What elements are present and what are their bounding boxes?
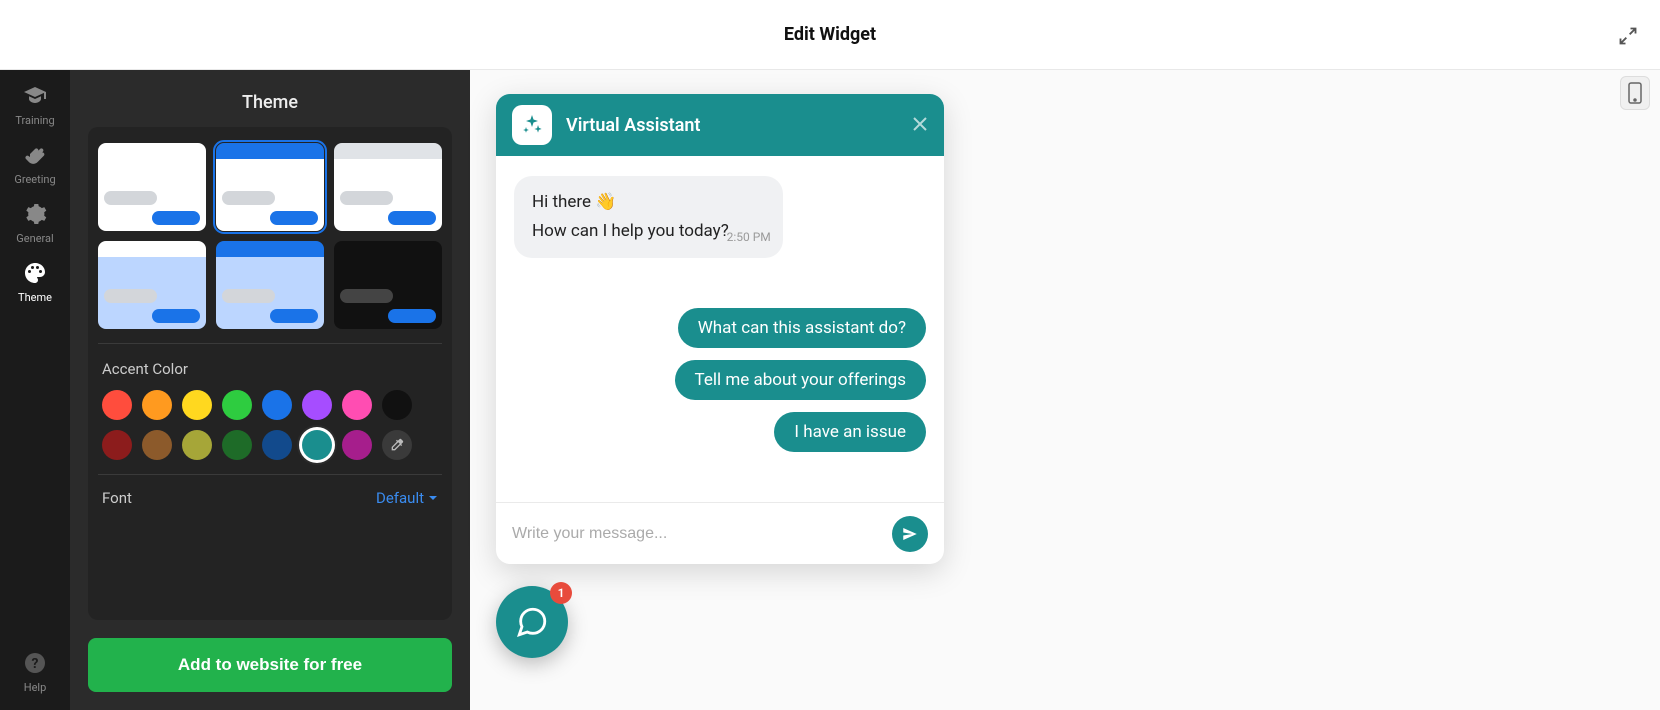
suggestion-chip[interactable]: I have an issue: [774, 412, 926, 452]
rail-item-label: Theme: [18, 291, 52, 304]
chat-launcher-button[interactable]: 1: [496, 586, 568, 658]
font-row: Font Default: [98, 475, 442, 507]
chat-badge: 1: [550, 582, 572, 604]
greeting-timestamp: 2:50 PM: [727, 227, 771, 247]
color-swatch[interactable]: [302, 390, 332, 420]
chat-header: Virtual Assistant: [496, 94, 944, 156]
chat-input[interactable]: [512, 525, 892, 543]
rail-item-training[interactable]: Training: [0, 84, 70, 127]
send-button[interactable]: [892, 516, 928, 552]
accent-color-section: Accent Color: [98, 344, 442, 475]
eyedropper-button[interactable]: [382, 430, 412, 460]
page-title: Edit Widget: [784, 24, 876, 45]
color-swatch[interactable]: [182, 430, 212, 460]
send-icon: [901, 525, 919, 543]
theme-thumbnail[interactable]: [334, 143, 442, 231]
greeting-message: Hi there 👋 How can I help you today? 2:5…: [514, 176, 783, 258]
sparkle-icon: [520, 113, 544, 137]
color-swatch[interactable]: [182, 390, 212, 420]
color-swatch[interactable]: [222, 390, 252, 420]
icon-rail: Training Greeting General Theme ? Help: [0, 70, 70, 710]
color-swatch[interactable]: [102, 390, 132, 420]
font-value-text: Default: [376, 489, 424, 507]
chat-body: Hi there 👋 How can I help you today? 2:5…: [496, 156, 944, 502]
font-label: Font: [102, 489, 132, 507]
rail-item-greeting[interactable]: Greeting: [0, 143, 70, 186]
close-icon: [912, 116, 928, 132]
mobile-preview-button[interactable]: [1620, 76, 1650, 110]
accent-color-swatches: [102, 390, 438, 460]
suggestion-chip[interactable]: Tell me about your offerings: [675, 360, 927, 400]
gear-icon: [23, 202, 47, 226]
color-swatch[interactable]: [342, 390, 372, 420]
rail-item-help[interactable]: ? Help: [0, 651, 70, 694]
theme-thumbnail[interactable]: [216, 143, 324, 231]
chat-widget: Virtual Assistant Hi there 👋 How can I h…: [496, 94, 944, 564]
color-swatch[interactable]: [142, 390, 172, 420]
theme-grid: [98, 143, 442, 344]
color-swatch[interactable]: [262, 390, 292, 420]
chevron-down-icon: [428, 493, 438, 503]
titlebar: Edit Widget: [0, 0, 1660, 70]
graduation-cap-icon: [23, 84, 47, 108]
color-swatch[interactable]: [342, 430, 372, 460]
theme-thumbnail[interactable]: [98, 143, 206, 231]
rail-item-label: Help: [24, 681, 47, 694]
rail-item-general[interactable]: General: [0, 202, 70, 245]
theme-thumbnail[interactable]: [98, 241, 206, 329]
theme-thumbnail[interactable]: [216, 241, 324, 329]
expand-button[interactable]: [1614, 22, 1642, 50]
color-swatch[interactable]: [382, 390, 412, 420]
color-swatch[interactable]: [102, 430, 132, 460]
rail-item-theme[interactable]: Theme: [0, 261, 70, 304]
hand-wave-icon: [23, 143, 47, 167]
greeting-line: Hi there 👋: [532, 188, 729, 217]
help-icon: ?: [23, 651, 47, 675]
suggestion-list: What can this assistant do? Tell me about…: [514, 308, 926, 452]
chat-avatar: [512, 105, 552, 145]
accent-color-label: Accent Color: [102, 360, 438, 378]
svg-text:?: ?: [32, 656, 39, 672]
rail-item-label: Greeting: [14, 173, 55, 186]
color-swatch[interactable]: [142, 430, 172, 460]
chat-close-button[interactable]: [912, 113, 928, 137]
suggestion-chip[interactable]: What can this assistant do?: [678, 308, 926, 348]
font-select[interactable]: Default: [376, 489, 438, 507]
theme-thumbnail[interactable]: [334, 241, 442, 329]
color-swatch[interactable]: [302, 430, 332, 460]
phone-icon: [1628, 82, 1642, 104]
chat-input-row: [496, 502, 944, 564]
chat-title: Virtual Assistant: [566, 115, 898, 136]
greeting-line: How can I help you today?: [532, 217, 729, 246]
add-to-website-button[interactable]: Add to website for free: [88, 638, 452, 692]
preview-area: Virtual Assistant Hi there 👋 How can I h…: [470, 70, 1660, 710]
color-swatch[interactable]: [222, 430, 252, 460]
theme-panel: Theme Accent Color Font Default Add to w…: [70, 70, 470, 710]
panel-title: Theme: [70, 70, 470, 127]
palette-icon: [23, 261, 47, 285]
expand-icon: [1618, 26, 1638, 46]
chat-bubble-icon: [515, 605, 549, 639]
rail-item-label: General: [16, 232, 53, 245]
eyedropper-icon: [389, 437, 405, 453]
color-swatch[interactable]: [262, 430, 292, 460]
rail-item-label: Training: [15, 114, 54, 127]
